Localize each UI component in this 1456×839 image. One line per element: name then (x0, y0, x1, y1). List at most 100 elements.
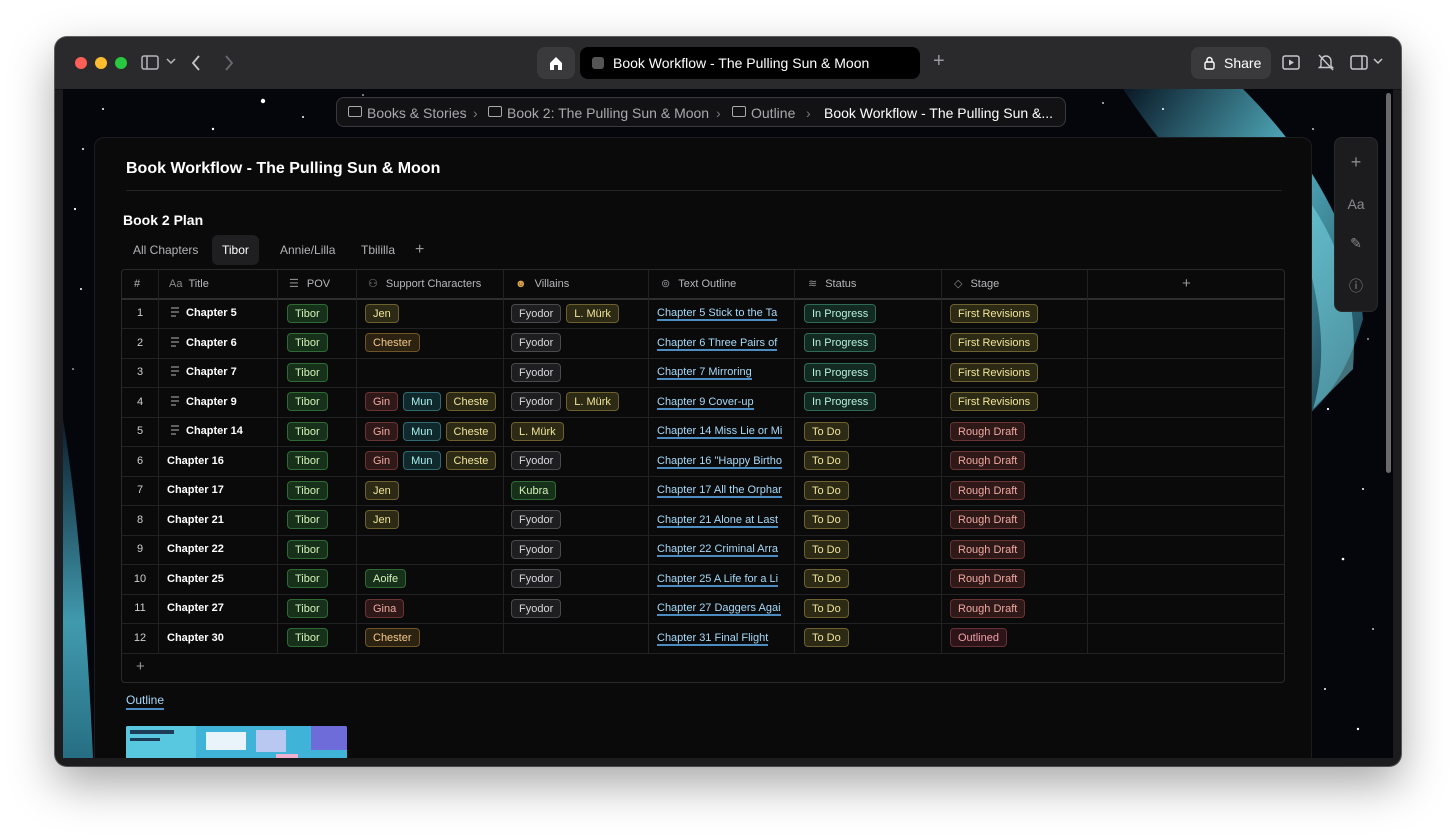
status-tag[interactable]: To Do (804, 598, 849, 618)
stage-cell[interactable]: Outlined (950, 624, 1090, 653)
villains-cell[interactable]: L. Mürk (511, 417, 651, 446)
villain-tag[interactable]: Fyodor (511, 362, 562, 382)
plus-icon[interactable]: + (1335, 152, 1377, 173)
table-row[interactable]: 11 Chapter 27 Tibor Gina Fyodor Chapter 27 Da… (122, 594, 1284, 624)
right-sidebar-icon[interactable] (1350, 55, 1368, 70)
stage-cell[interactable]: Rough Draft (950, 594, 1090, 623)
chapter-title-cell[interactable]: Chapter 22 (167, 535, 277, 564)
table-row[interactable]: 5 Chapter 14 Tibor Gin Mun Cheste L. Mürk Chapt… (122, 417, 1284, 447)
chapter-title-cell[interactable]: Chapter 16 (167, 447, 277, 476)
chapter-title-cell[interactable]: Chapter 14 (167, 417, 277, 446)
chevron-down-icon[interactable] (166, 57, 176, 65)
status-cell[interactable]: To Do (804, 624, 944, 653)
stage-tag[interactable]: Outlined (950, 628, 1007, 648)
table-row[interactable]: 4 Chapter 9 Tibor Gin Mun Cheste Fyodor L. Mürk… (122, 388, 1284, 418)
support-characters-cell[interactable]: Jen (365, 476, 501, 505)
scrollbar-thumb[interactable] (1386, 93, 1391, 473)
chapter-title-cell[interactable]: Chapter 27 (167, 594, 277, 623)
villains-cell[interactable]: Fyodor (511, 535, 651, 564)
active-tab[interactable]: Book Workflow - The Pulling Sun & Moon (580, 47, 920, 79)
villains-cell[interactable]: Fyodor (511, 594, 651, 623)
stage-tag[interactable]: First Revisions (950, 333, 1039, 353)
text-outline-cell[interactable]: Chapter 16 "Happy Birtho (657, 447, 789, 476)
present-icon[interactable] (1282, 55, 1300, 70)
stage-cell[interactable]: Rough Draft (950, 476, 1090, 505)
villains-cell[interactable]: Fyodor (511, 447, 651, 476)
table-row[interactable]: 6 Chapter 16 Tibor Gin Mun Cheste Fyodor Chapte… (122, 447, 1284, 477)
villains-cell[interactable]: Fyodor L. Mürk (511, 388, 651, 417)
pov-tag[interactable]: Tibor (287, 510, 328, 530)
pov-cell[interactable]: Tibor (287, 417, 361, 446)
text-outline-link[interactable]: Chapter 5 Stick to the Ta (657, 307, 778, 321)
support-character-tag[interactable]: Mun (403, 392, 441, 412)
text-style-icon[interactable]: Aa (1335, 196, 1377, 212)
add-view-icon[interactable]: + (415, 241, 424, 259)
support-character-tag[interactable]: Gin (365, 451, 399, 471)
chapter-title-cell[interactable]: Chapter 21 (167, 506, 277, 535)
villain-tag[interactable]: Fyodor (511, 510, 562, 530)
villains-cell[interactable]: Fyodor L. Mürk (511, 299, 651, 328)
support-character-tag[interactable]: Gin (365, 421, 399, 441)
status-cell[interactable]: In Progress (804, 358, 944, 387)
status-tag[interactable]: To Do (804, 569, 849, 589)
text-outline-cell[interactable]: Chapter 21 Alone at Last (657, 506, 789, 535)
tab-tbililla[interactable]: Tbililla (351, 235, 405, 265)
tab-tibor[interactable]: Tibor (212, 235, 259, 265)
text-outline-cell[interactable]: Chapter 9 Cover-up (657, 388, 789, 417)
pov-tag[interactable]: Tibor (287, 333, 328, 353)
pov-tag[interactable]: Tibor (287, 303, 328, 323)
pov-cell[interactable]: Tibor (287, 329, 361, 358)
chevron-down-icon[interactable] (1373, 57, 1383, 65)
stage-cell[interactable]: Rough Draft (950, 535, 1090, 564)
pov-tag[interactable]: Tibor (287, 362, 328, 382)
outline-thumbnail-image[interactable] (126, 726, 347, 758)
text-outline-cell[interactable]: Chapter 7 Mirroring (657, 358, 789, 387)
table-row[interactable]: 12 Chapter 30 Tibor Chester Chapter 31 Final… (122, 624, 1284, 654)
support-character-tag[interactable]: Cheste (445, 421, 497, 441)
support-characters-cell[interactable]: Gin Mun Cheste (365, 388, 501, 417)
sidebar-toggle-icon[interactable] (141, 55, 159, 70)
support-characters-cell[interactable] (365, 358, 501, 387)
support-characters-cell[interactable]: Aoife (365, 565, 501, 594)
text-outline-link[interactable]: Chapter 14 Miss Lie or Mi (657, 425, 783, 439)
chapter-title-cell[interactable]: Chapter 17 (167, 476, 277, 505)
status-cell[interactable]: In Progress (804, 299, 944, 328)
villain-tag[interactable]: Fyodor (511, 333, 562, 353)
table-row[interactable]: 3 Chapter 7 Tibor Fyodor Chapter 7 Mirroring… (122, 358, 1284, 388)
column-header-outline[interactable]: ⊚ Text Outline (661, 270, 736, 298)
pov-tag[interactable]: Tibor (287, 539, 328, 559)
text-outline-link[interactable]: Chapter 31 Final Flight (657, 631, 769, 646)
breadcrumb-item-outline[interactable]: Outline (751, 105, 795, 121)
tab-annie-lilla[interactable]: Annie/Lilla (270, 235, 345, 265)
text-outline-cell[interactable]: Chapter 14 Miss Lie or Mi (657, 417, 789, 446)
pov-cell[interactable]: Tibor (287, 565, 361, 594)
table-row[interactable]: 10 Chapter 25 Tibor Aoife Fyodor Chapter 25 A… (122, 565, 1284, 595)
status-tag[interactable]: In Progress (804, 303, 877, 323)
column-header-villains[interactable]: ☻ Villains (515, 270, 569, 298)
chapter-title-cell[interactable]: Chapter 30 (167, 624, 277, 653)
support-character-tag[interactable]: Mun (403, 421, 441, 441)
status-tag[interactable]: To Do (804, 628, 849, 648)
pov-tag[interactable]: Tibor (287, 569, 328, 589)
pov-tag[interactable]: Tibor (287, 598, 328, 618)
stage-tag[interactable]: Rough Draft (950, 569, 1026, 589)
villain-tag[interactable]: Fyodor (511, 598, 562, 618)
pov-cell[interactable]: Tibor (287, 388, 361, 417)
support-characters-cell[interactable]: Gina (365, 594, 501, 623)
outline-link[interactable]: Outline (126, 693, 165, 710)
stage-tag[interactable]: Rough Draft (950, 421, 1026, 441)
status-cell[interactable]: To Do (804, 476, 944, 505)
paintbrush-icon[interactable]: ✎ (1335, 235, 1377, 252)
pov-tag[interactable]: Tibor (287, 480, 328, 500)
text-outline-cell[interactable]: Chapter 27 Daggers Agai (657, 594, 789, 623)
status-cell[interactable]: In Progress (804, 329, 944, 358)
text-outline-link[interactable]: Chapter 17 All the Orphar (657, 484, 782, 498)
villain-tag[interactable]: Fyodor (511, 392, 562, 412)
support-character-tag[interactable]: Aoife (365, 569, 407, 589)
column-header-title[interactable]: Aa Title (169, 270, 209, 298)
status-tag[interactable]: To Do (804, 421, 849, 441)
chapter-title-cell[interactable]: Chapter 5 (167, 299, 277, 328)
support-characters-cell[interactable]: Jen (365, 506, 501, 535)
support-characters-cell[interactable]: Gin Mun Cheste (365, 447, 501, 476)
text-outline-link[interactable]: Chapter 21 Alone at Last (657, 513, 779, 528)
